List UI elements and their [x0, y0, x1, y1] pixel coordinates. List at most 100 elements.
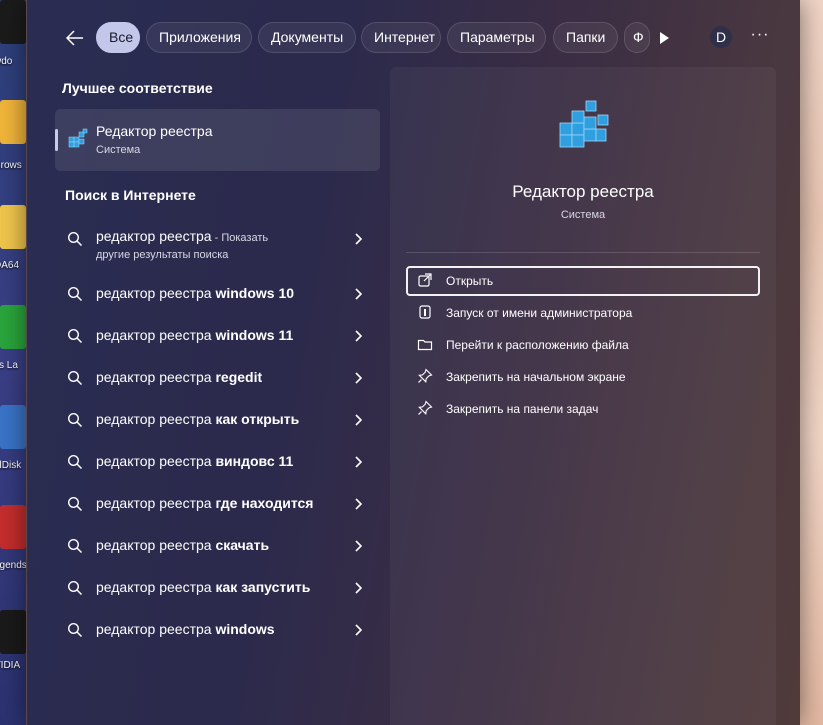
query-suggestion: виндовс 11 [215, 453, 294, 469]
tab-web[interactable]: Интернет [361, 22, 441, 53]
web-search-item[interactable]: редактор реестра windows 10 [55, 274, 380, 314]
desktop-app-label: egends [0, 560, 27, 571]
query-text: редактор реестра [96, 411, 216, 427]
query-suggestion: windows 10 [215, 285, 295, 301]
action-label: Открыть [446, 274, 494, 288]
tab-settings[interactable]: Параметры [447, 22, 546, 53]
web-search-query: редактор реестра виндовс 11 [96, 453, 293, 469]
chevron-right-icon [355, 330, 363, 342]
query-text: редактор реестра [96, 495, 216, 511]
search-icon [67, 538, 83, 554]
query-suggestion: windows 11 [215, 327, 294, 343]
back-arrow-icon [66, 30, 83, 46]
desktop-app-label: alDisk [0, 460, 22, 471]
web-search-item[interactable]: редактор реестра windows 11 [55, 316, 380, 356]
avatar[interactable]: D [710, 26, 732, 48]
action-open[interactable]: Открыть [406, 266, 760, 296]
desktop-app-icon[interactable] [0, 0, 26, 44]
best-match-item[interactable]: Редактор реестра Система [55, 109, 380, 171]
chevron-right-icon [355, 288, 363, 300]
desktop-app-label: wdo [0, 56, 13, 67]
show-more-text: - Показать [211, 232, 269, 244]
best-match-subtitle: Система [96, 144, 141, 156]
desktop-app-label: DA64 [0, 260, 20, 271]
web-search-item[interactable]: редактор реестра как открыть [55, 400, 380, 440]
desktop-app-icon[interactable] [0, 505, 26, 549]
selection-indicator [55, 129, 58, 151]
desktop-app-icon[interactable] [0, 305, 26, 349]
desktop-app-label: Brows [0, 160, 22, 171]
more-options-button[interactable]: ··· [749, 26, 771, 48]
tab-apps[interactable]: Приложения [146, 22, 252, 53]
search-icon [67, 412, 83, 428]
query-text: редактор реестра [96, 327, 216, 343]
chevron-right-icon [355, 414, 363, 426]
search-icon [67, 496, 83, 512]
search-icon [67, 328, 83, 344]
preview-panel: Редактор реестра Система Открыть Запуск о… [390, 67, 776, 725]
search-icon [67, 231, 83, 247]
chevron-right-icon [355, 582, 363, 594]
desktop-app-icon[interactable] [0, 100, 26, 144]
open-external-icon [418, 273, 432, 287]
action-label: Перейти к расположению файла [446, 338, 629, 352]
web-search-query: редактор реестра как запустить [96, 579, 310, 595]
web-search-query: редактор реестра windows 10 [96, 285, 294, 301]
desktop-app-label: VIDIA [0, 660, 21, 671]
search-icon [67, 370, 83, 386]
query-text: редактор реестра [96, 537, 216, 553]
search-icon [67, 580, 83, 596]
web-search-item[interactable]: редактор реестра виндовс 11 [55, 442, 380, 482]
back-button[interactable] [61, 24, 89, 52]
web-search-item[interactable]: редактор реестра regedit [55, 358, 380, 398]
action-pin-to-start[interactable]: Закрепить на начальном экране [406, 362, 760, 392]
registry-editor-icon [68, 128, 88, 148]
chevron-right-icon [355, 624, 363, 636]
web-search-query: редактор реестра windows 11 [96, 327, 293, 343]
web-search-query: редактор реестра как открыть [96, 411, 299, 427]
chevron-right-icon [355, 540, 363, 552]
action-pin-to-taskbar[interactable]: Закрепить на панели задач [406, 394, 760, 424]
chevron-right-icon [355, 233, 363, 245]
web-search-item[interactable]: редактор реестра как запустить [55, 568, 380, 608]
admin-shield-icon [419, 305, 431, 319]
preview-app-category: Система [560, 209, 606, 221]
preview-app-name: Редактор реестра [512, 182, 654, 201]
play-icon[interactable] [655, 29, 673, 47]
search-icon [67, 454, 83, 470]
tab-documents[interactable]: Документы [258, 22, 356, 53]
desktop-app-icon[interactable] [0, 610, 26, 654]
web-search-query: редактор реестра regedit [96, 369, 262, 385]
desktop-app-icon[interactable] [0, 405, 26, 449]
web-search-query: редактор реестра где находится [96, 495, 313, 511]
chevron-right-icon [355, 456, 363, 468]
web-search-item[interactable]: редактор реестра windows [55, 610, 380, 650]
tab-photos[interactable]: Ф [624, 22, 650, 53]
action-run-as-admin[interactable]: Запуск от имени администратора [406, 298, 760, 328]
best-match-heading: Лучшее соответствие [62, 80, 213, 96]
tab-all[interactable]: Все [96, 22, 140, 53]
wallpaper [799, 0, 823, 725]
divider [406, 252, 760, 253]
web-search-item[interactable]: редактор реестра - Показать другие резуль… [55, 219, 380, 261]
tab-folders[interactable]: Папки [553, 22, 618, 53]
show-more-subtext: другие результаты поиска [96, 249, 229, 261]
web-search-query: редактор реестра windows [96, 621, 275, 637]
web-search-query: редактор реестра - Показать [96, 228, 268, 244]
search-icon [67, 622, 83, 638]
desktop-app-icon[interactable] [0, 205, 26, 249]
web-search-query: редактор реестра скачать [96, 537, 269, 553]
action-open-file-location[interactable]: Перейти к расположению файла [406, 330, 760, 360]
query-text: редактор реестра [96, 285, 216, 301]
action-label: Запуск от имени администратора [446, 306, 633, 320]
chevron-right-icon [355, 498, 363, 510]
query-suggestion: как запустить [215, 579, 311, 595]
web-search-item[interactable]: редактор реестра где находится [55, 484, 380, 524]
query-suggestion: как открыть [215, 411, 300, 427]
query-text: редактор реестра [96, 228, 212, 244]
best-match-title: Редактор реестра [96, 123, 213, 139]
query-suggestion: где находится [215, 495, 314, 511]
web-search-item[interactable]: редактор реестра скачать [55, 526, 380, 566]
query-text: редактор реестра [96, 369, 216, 385]
web-search-heading: Поиск в Интернете [65, 187, 196, 203]
